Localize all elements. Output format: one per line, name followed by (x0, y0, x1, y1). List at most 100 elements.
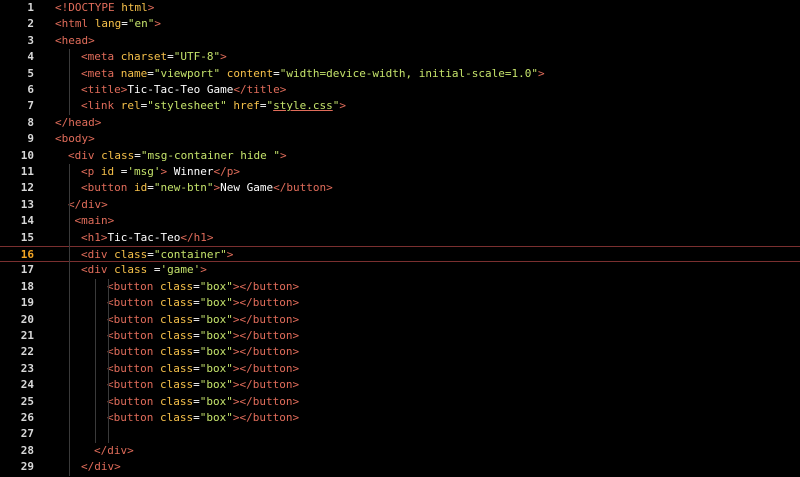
code-token-tag: link (87, 99, 115, 113)
line-number: 28 (20, 443, 34, 457)
code-line[interactable]: 14 <main> (0, 213, 800, 229)
code-token-tag: button (87, 181, 128, 195)
code-token-str: "new-btn" (153, 181, 214, 195)
code-token-attr: class (160, 378, 194, 392)
code-token-attr: class (160, 411, 194, 424)
code-line[interactable]: 9 <body> (0, 131, 800, 147)
code-token-punct: ></ (232, 411, 253, 424)
code-token-punct: </ (81, 460, 95, 474)
code-token-tag: div (107, 443, 128, 457)
code-line[interactable]: 12 <button id="new-btn">New Game</button> (0, 180, 800, 196)
code-token-punct: > (292, 312, 300, 326)
code-text: <button class="box"></button> (107, 361, 299, 377)
code-token-tag: div (74, 148, 95, 162)
code-text: <button class="box"></button> (107, 279, 299, 295)
code-line[interactable]: 19 <button class="box"></button> (0, 295, 800, 311)
code-editor[interactable]: 1 <!DOCTYPE html> 2 <html lang="en"> 3 <head>… (0, 0, 800, 477)
code-line[interactable]: 27 (0, 426, 800, 442)
line-number: 5 (27, 66, 34, 80)
code-line[interactable]: 25 <button class="box"></button> (0, 394, 800, 410)
code-token-punct: <! (55, 1, 69, 14)
code-token-str: "box" (199, 361, 233, 375)
line-number: 10 (20, 148, 34, 162)
code-line[interactable]: 17 <div class ='game'> (0, 262, 800, 278)
code-line[interactable]: 15 <h1>Tic-Tac-Teo</h1> (0, 230, 800, 246)
code-line[interactable]: 2 <html lang="en"> (0, 16, 800, 32)
code-line[interactable]: 1 <!DOCTYPE html> (0, 0, 800, 16)
code-token-tag: title (87, 83, 121, 96)
code-token-punct: > (292, 394, 300, 408)
code-line[interactable]: 13 </div> (0, 197, 800, 213)
code-line[interactable]: 10 <div class="msg-container hide "> (0, 148, 800, 164)
code-token-str: "viewport" (153, 66, 221, 80)
line-number: 21 (20, 329, 34, 342)
code-token-punct: ></ (232, 394, 253, 408)
code-token-tag: button (286, 181, 327, 195)
code-line[interactable]: 24 <button class="box"></button> (0, 377, 800, 393)
line-number: 14 (20, 214, 34, 228)
code-token-attr: class (160, 296, 194, 310)
code-token-punct: > (88, 132, 95, 146)
code-line[interactable]: 6 <title>Tic-Tac-Teo Game</title> (0, 82, 800, 98)
code-line[interactable]: 20 <button class="box"></button> (0, 312, 800, 328)
code-token-txt: Tic-Tac-Teo (107, 230, 181, 244)
code-token-attr: class (101, 148, 135, 162)
code-line[interactable]: 26 <button class="box"></button> (0, 410, 800, 426)
code-line[interactable]: 23 <button class="box"></button> (0, 361, 800, 377)
code-token-punct: ></ (232, 361, 253, 375)
code-token-punct: > (292, 361, 300, 375)
code-line[interactable]: 29 </div> (0, 459, 800, 475)
code-text: <button class="box"></button> (107, 295, 299, 311)
line-number: 24 (20, 378, 34, 392)
code-line[interactable]: 28 </div> (0, 443, 800, 459)
code-token-punct: </ (213, 165, 227, 178)
code-line[interactable]: 7 <link rel="stylesheet" href="style.css"… (0, 98, 800, 114)
code-line[interactable]: 11 <p id ='msg'> Winner</p> (0, 164, 800, 180)
code-token-punct: > (292, 345, 300, 359)
line-number: 25 (20, 394, 34, 408)
code-text: <button class="box"></button> (107, 410, 299, 426)
code-text: </div> (81, 459, 121, 475)
code-line[interactable]: 5 <meta name="viewport" content="width=de… (0, 66, 800, 82)
code-line[interactable]: 4 <meta charset="UTF-8"> (0, 49, 800, 65)
code-token-attr: class (160, 394, 194, 408)
code-token-attr: href (233, 99, 260, 113)
code-token-tag: button (252, 329, 293, 342)
code-token-punct: > (127, 443, 134, 457)
code-line[interactable]: 8 </head> (0, 115, 800, 131)
line-number: 13 (20, 197, 34, 211)
code-line[interactable]: 18 <button class="box"></button> (0, 279, 800, 295)
code-line[interactable]: 22 <button class="box"></button> (0, 344, 800, 360)
code-token-txt: = (193, 345, 200, 359)
code-token-punct: > (233, 165, 240, 178)
code-token-attr: id (134, 181, 148, 195)
code-line[interactable]: 16 <div class="container"> (0, 246, 800, 263)
code-token-tag: button (252, 345, 293, 359)
code-token-attr: class (160, 279, 194, 293)
line-number: 15 (20, 230, 34, 244)
code-token-txt: = (121, 17, 128, 31)
indent-guide (95, 278, 96, 443)
code-token-tag: button (113, 411, 154, 424)
code-text: <html lang="en"> (55, 16, 161, 32)
code-token-attr: charset (120, 50, 168, 64)
code-token-tag: div (81, 197, 102, 211)
line-number: 23 (20, 361, 34, 375)
code-token-txt: = (193, 312, 200, 326)
code-token-tag: button (113, 361, 154, 375)
code-line[interactable]: 3 <head> (0, 33, 800, 49)
code-token-link: style.css (273, 99, 333, 113)
code-token-str: "box" (199, 279, 233, 293)
code-line[interactable]: 21 <button class="box"></button> (0, 328, 800, 344)
code-text: <p id ='msg'> Winner</p> (81, 164, 240, 180)
code-token-str: "width=device-width, initial-scale=1.0" (279, 66, 538, 80)
code-text: <div class ='game'> (81, 262, 207, 278)
code-token-tag: div (87, 263, 108, 277)
code-token-tag: div (87, 248, 108, 261)
code-text: <!DOCTYPE html> (55, 0, 154, 16)
code-text: <head> (55, 33, 95, 49)
